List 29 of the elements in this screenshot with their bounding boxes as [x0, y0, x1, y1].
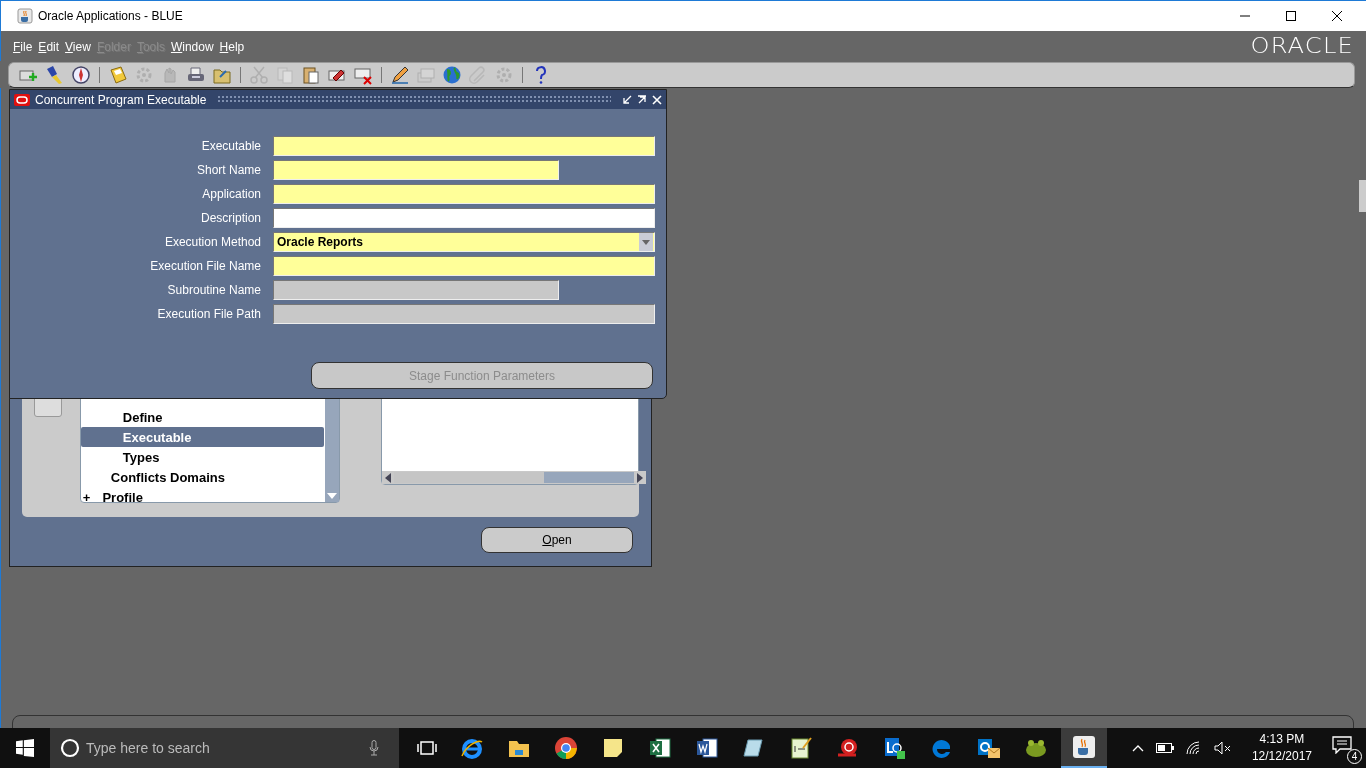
field-label: Execution File Path [156, 307, 261, 321]
expand-toggle[interactable]: + [82, 489, 91, 502]
oracle-logo: ORACLE [1250, 34, 1354, 58]
field-label: Execution File Name [149, 259, 261, 273]
menu-item[interactable]: View [65, 40, 91, 54]
tree-item[interactable]: Define [80, 407, 324, 427]
tree-item[interactable]: Conflicts Domains [80, 467, 324, 487]
dropdown-field[interactable]: Oracle Reports [273, 232, 655, 252]
tree-item[interactable]: Executable [80, 427, 324, 447]
field-label: Subroutine Name [166, 283, 261, 297]
clock[interactable]: 4:13 PM 12/12/2017 [1251, 731, 1312, 765]
menu-item[interactable]: File [13, 40, 33, 54]
field-label: Description [199, 211, 261, 225]
field-label: Short Name [195, 163, 261, 177]
menu-item[interactable]: Help [219, 40, 245, 54]
menu-item[interactable]: Window [170, 40, 214, 54]
dialog-title: Concurrent Program Executable [35, 92, 207, 107]
field-label: Executable [200, 139, 261, 153]
search-field[interactable]: Type here to search [50, 728, 399, 768]
window-title: Oracle Applications - BLUE [38, 9, 183, 23]
tree-item[interactable]: Types [80, 447, 324, 467]
field-label: Application [201, 187, 261, 201]
menu-item[interactable]: Edit [38, 40, 60, 54]
date: 12/12/2017 [1251, 748, 1312, 765]
time: 4:13 PM [1259, 731, 1305, 748]
field-label: Execution Method [163, 235, 261, 249]
tree-item[interactable]: + Profile [80, 487, 324, 502]
notification-count-badge: 4 [1347, 749, 1362, 764]
open-button[interactable]: Open [481, 527, 633, 553]
